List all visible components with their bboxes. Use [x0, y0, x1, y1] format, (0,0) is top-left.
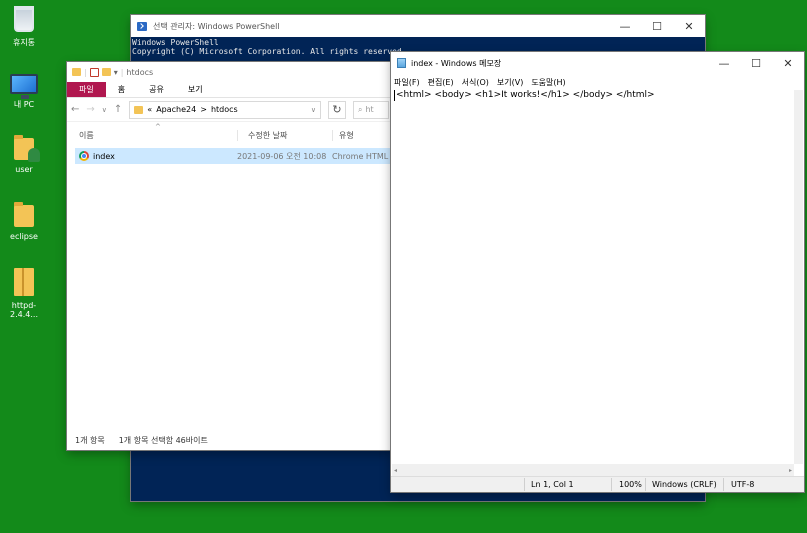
desktop-icon-label: 내 PC — [13, 100, 35, 109]
sort-ascending-icon: ^ — [155, 123, 161, 131]
desktop-icon-httpd[interactable]: httpd-2.4.4... — [0, 268, 48, 319]
recycle-bin-icon — [14, 6, 34, 32]
powershell-title: 선택 관리자: Windows PowerShell — [153, 21, 280, 31]
notepad-icon — [397, 58, 406, 68]
tab-view[interactable]: 보기 — [176, 82, 215, 97]
desktop-icon-recycle-bin[interactable]: 휴지통 — [0, 6, 48, 48]
column-header-type[interactable]: 유형 — [332, 129, 393, 141]
desktop-icon-label: 휴지통 — [12, 38, 36, 47]
item-count: 1개 항목 — [75, 435, 105, 445]
tab-share[interactable]: 공유 — [137, 82, 176, 97]
address-dropdown-icon[interactable]: ∨ — [311, 106, 316, 114]
close-button[interactable]: ✕ — [673, 15, 705, 37]
encoding: UTF-8 — [731, 480, 755, 489]
scroll-right-icon[interactable]: ▸ — [789, 467, 792, 474]
line-ending: Windows (CRLF) — [652, 480, 717, 489]
file-name: index — [93, 151, 115, 161]
tab-file[interactable]: 파일 — [67, 82, 106, 97]
up-arrow-icon[interactable]: ↑ — [114, 104, 122, 115]
notepad-statusbar: Ln 1, Col 1 100% Windows (CRLF) UTF-8 — [391, 476, 804, 492]
menu-view[interactable]: 보기(V) — [497, 77, 523, 88]
refresh-icon: ↻ — [332, 103, 342, 116]
powershell-icon — [137, 21, 147, 31]
explorer-statusbar: 1개 항목 1개 항목 선택함 46바이트 — [67, 430, 393, 450]
menu-format[interactable]: 서식(O) — [462, 77, 489, 88]
file-row[interactable]: index 2021-09-06 오전 10:08 Chrome HTML — [75, 148, 393, 164]
back-arrow-icon[interactable]: ← — [71, 104, 79, 115]
address-bar[interactable]: « Apache24 > htdocs ∨ — [129, 100, 321, 119]
close-button[interactable]: ✕ — [772, 52, 804, 74]
folder-icon — [134, 105, 144, 114]
ribbon-tabs: 파일 홈 공유 보기 — [67, 82, 393, 98]
column-headers: ^ 이름 수정한 날짜 유형 — [67, 123, 393, 146]
quick-access-toolbar: | ▾ | htdocs — [67, 62, 393, 82]
desktop-icon-label: httpd-2.4.4... — [10, 301, 38, 319]
maximize-icon: ☐ — [751, 56, 761, 70]
properties-icon[interactable] — [89, 67, 99, 77]
menu-edit[interactable]: 편집(E) — [428, 77, 454, 88]
desktop-icon-label: user — [15, 165, 33, 174]
minimize-button[interactable]: — — [609, 15, 641, 37]
desktop-icon-this-pc[interactable]: 내 PC — [0, 74, 48, 110]
breadcrumb-apache24[interactable]: Apache24 — [156, 105, 196, 114]
maximize-button[interactable]: ☐ — [740, 52, 772, 74]
close-icon: ✕ — [783, 56, 793, 70]
address-overflow[interactable]: « — [147, 105, 152, 114]
folder-icon — [72, 68, 81, 76]
notepad-titlebar[interactable]: index - Windows 메모장 — ☐ ✕ — [391, 52, 804, 74]
text-editor[interactable]: <html> <body> <h1>It works!</h1> </body>… — [392, 90, 794, 464]
explorer-title: htdocs — [126, 67, 154, 77]
horizontal-scrollbar[interactable]: ◂ ▸ — [392, 464, 794, 476]
search-placeholder: ht — [365, 105, 374, 114]
notepad-menubar: 파일(F) 편집(E) 서식(O) 보기(V) 도움말(H) — [391, 74, 804, 90]
zip-folder-icon — [14, 268, 34, 296]
maximize-button[interactable]: ☐ — [641, 15, 673, 37]
cursor-position: Ln 1, Col 1 — [531, 480, 574, 489]
customize-icon[interactable]: ▾ — [114, 68, 118, 77]
close-icon: ✕ — [684, 19, 694, 33]
file-type: Chrome HTML — [332, 151, 389, 161]
zoom-level: 100% — [619, 480, 642, 489]
user-folder-icon — [14, 135, 40, 162]
file-date: 2021-09-06 오전 10:08 — [237, 151, 327, 161]
forward-arrow-icon[interactable]: → — [86, 104, 94, 115]
search-icon: ⌕ — [358, 104, 363, 114]
column-header-date[interactable]: 수정한 날짜 — [237, 129, 332, 141]
menu-file[interactable]: 파일(F) — [394, 77, 420, 88]
powershell-titlebar[interactable]: 선택 관리자: Windows PowerShell — ☐ ✕ — [131, 15, 705, 37]
column-header-name[interactable]: 이름 — [67, 130, 237, 141]
folder-icon — [14, 202, 34, 227]
recent-dropdown-icon[interactable]: ∨ — [102, 106, 107, 114]
minimize-button[interactable]: — — [708, 52, 740, 74]
refresh-button[interactable]: ↻ — [328, 100, 346, 119]
explorer-window[interactable]: | ▾ | htdocs 파일 홈 공유 보기 ← → ∨ ↑ « Apache… — [67, 62, 393, 450]
selection-info: 1개 항목 선택함 46바이트 — [118, 435, 208, 445]
notepad-window[interactable]: index - Windows 메모장 — ☐ ✕ 파일(F) 편집(E) 서식… — [391, 52, 804, 492]
desktop-icon-label: eclipse — [10, 232, 38, 241]
console-line: Windows PowerShell — [132, 38, 219, 47]
vertical-scrollbar[interactable] — [794, 90, 803, 464]
desktop-icon-user[interactable]: user — [0, 135, 48, 174]
chrome-html-icon — [79, 151, 89, 161]
notepad-title: index - Windows 메모장 — [411, 58, 502, 68]
search-input[interactable]: ⌕ ht — [353, 100, 389, 119]
navigation-bar: ← → ∨ ↑ « Apache24 > htdocs ∨ ↻ ⌕ ht — [67, 98, 393, 122]
this-pc-icon — [10, 74, 38, 99]
breadcrumb-separator: > — [200, 105, 207, 114]
tab-home[interactable]: 홈 — [106, 82, 137, 97]
new-folder-icon[interactable] — [101, 68, 111, 76]
menu-help[interactable]: 도움말(H) — [531, 77, 565, 88]
maximize-icon: ☐ — [652, 19, 662, 33]
desktop-icon-eclipse[interactable]: eclipse — [0, 202, 48, 241]
breadcrumb-htdocs[interactable]: htdocs — [211, 105, 238, 114]
editor-content: <html> <body> <h1>It works!</h1> </body>… — [394, 90, 792, 101]
minimize-icon: — — [718, 56, 730, 70]
scroll-left-icon[interactable]: ◂ — [394, 467, 397, 474]
minimize-icon: — — [619, 19, 631, 33]
